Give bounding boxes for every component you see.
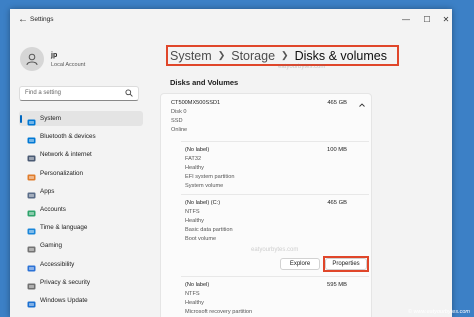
volume-partition-type: Microsoft recovery partition (185, 309, 253, 315)
window-title: Settings (30, 16, 54, 23)
volume-filesystem: NTFS (185, 291, 200, 297)
sidebar-item-label: Personalization (40, 169, 84, 177)
sidebar-item-label: Bluetooth & devices (40, 133, 96, 141)
disk-number: Disk 0 (171, 109, 187, 115)
sidebar-item-label: Apps (40, 187, 55, 195)
time-language-icon (27, 223, 36, 235)
sidebar-item-network[interactable]: Network & internet (19, 147, 143, 162)
close-button[interactable]: ✕ (439, 15, 452, 24)
personalization-icon (27, 169, 36, 181)
breadcrumb-storage[interactable]: Storage (231, 49, 275, 63)
system-icon (27, 114, 36, 126)
volume-size: 465 GB (327, 200, 347, 206)
bluetooth-icon (27, 132, 36, 144)
windows-update-icon (27, 296, 36, 308)
breadcrumb-system[interactable]: System (170, 49, 212, 63)
sidebar-item-apps[interactable]: Apps (19, 184, 143, 199)
volume-health: Healthy (185, 165, 204, 171)
title-bar: ← Settings — ☐ ✕ (10, 9, 452, 33)
user-name: jp (51, 52, 58, 59)
volume-size: 100 MB (327, 147, 347, 153)
apps-icon (27, 187, 36, 199)
sidebar-item-label: Network & internet (40, 151, 92, 159)
volume-role: Boot volume (185, 236, 217, 242)
watermark: eatyourbytes.com (278, 64, 326, 70)
user-icon (26, 53, 38, 66)
sidebar-item-label: Accounts (40, 206, 66, 213)
corner-watermark: © www.eatyourbytes.com (407, 309, 470, 315)
breadcrumb-chevron-icon: ❯ (281, 50, 289, 60)
properties-button[interactable]: Properties (325, 258, 367, 270)
sidebar-item-windows-update[interactable]: Windows Update (19, 293, 143, 308)
volume-health: Healthy (185, 300, 204, 306)
accessibility-icon (27, 260, 36, 272)
disk-type: SSD (171, 118, 183, 124)
sidebar-item-label: Gaming (40, 242, 63, 250)
sidebar-item-system[interactable]: System (19, 111, 143, 126)
disk-name: CT500MX500SSD1 (171, 100, 221, 106)
divider (181, 141, 369, 142)
network-icon (27, 150, 36, 162)
disk-size: 465 GB (327, 100, 347, 106)
gaming-icon (27, 241, 36, 253)
sidebar-item-gaming[interactable]: Gaming (19, 238, 143, 253)
avatar[interactable] (20, 47, 44, 71)
divider (181, 276, 369, 277)
sidebar-item-personalization[interactable]: Personalization (19, 166, 143, 181)
sidebar-item-bluetooth[interactable]: Bluetooth & devices (19, 129, 143, 144)
search-input[interactable]: Find a setting (19, 86, 139, 101)
main-content: System ❯ Storage ❯ Disks & volumes eatyo… (150, 33, 452, 317)
sidebar-item-accounts[interactable]: Accounts (19, 202, 143, 217)
volume-filesystem: FAT32 (185, 156, 202, 162)
breadcrumb-chevron-icon: ❯ (217, 50, 226, 60)
chevron-up-icon[interactable] (358, 101, 366, 109)
watermark: eatyourbytes.com (251, 247, 299, 253)
sidebar-item-accessibility[interactable]: Accessibility (19, 257, 143, 272)
sidebar-item-label: System (40, 115, 61, 122)
minimize-button[interactable]: — (399, 15, 413, 24)
section-title: Disks and Volumes (170, 78, 239, 87)
disk-card: CT500MX500SSD1 465 GB Disk 0 SSD Online … (160, 93, 372, 317)
maximize-button[interactable]: ☐ (420, 15, 434, 24)
accounts-icon (27, 205, 36, 217)
volume-filesystem: NTFS (185, 209, 200, 215)
sidebar-item-time-language[interactable]: Time & language (19, 220, 143, 235)
sidebar-item-label: Windows Update (40, 297, 88, 304)
sidebar-item-privacy[interactable]: Privacy & security (19, 275, 143, 290)
volume-name: (No label) (C:) (185, 200, 221, 206)
volume-size: 595 MB (327, 282, 347, 288)
divider (181, 194, 369, 195)
page-title: Disks & volumes (294, 48, 387, 63)
account-type: Local Account (51, 62, 86, 68)
volume-partition-type: EFI system partition (185, 174, 235, 180)
volume-role: System volume (185, 183, 224, 189)
volume-health: Healthy (185, 218, 204, 224)
explore-button[interactable]: Explore (280, 258, 320, 270)
back-arrow-icon[interactable]: ← (18, 14, 28, 25)
sidebar: jp Local Account Find a setting System Bl… (10, 33, 150, 317)
breadcrumb: System ❯ Storage ❯ Disks & volumes (166, 45, 399, 66)
sidebar-item-label: Accessibility (40, 260, 75, 268)
privacy-icon (27, 278, 36, 290)
sidebar-item-label: Time & language (40, 224, 88, 232)
disk-status: Online (171, 127, 188, 133)
volume-name: (No label) (185, 282, 210, 288)
volume-partition-type: Basic data partition (185, 227, 233, 233)
settings-window: ← Settings — ☐ ✕ jp Local Account Find a… (10, 9, 452, 317)
sidebar-item-label: Privacy & security (40, 278, 91, 286)
volume-name: (No label) (185, 147, 210, 153)
search-placeholder: Find a setting (25, 90, 62, 96)
search-icon (125, 89, 133, 97)
